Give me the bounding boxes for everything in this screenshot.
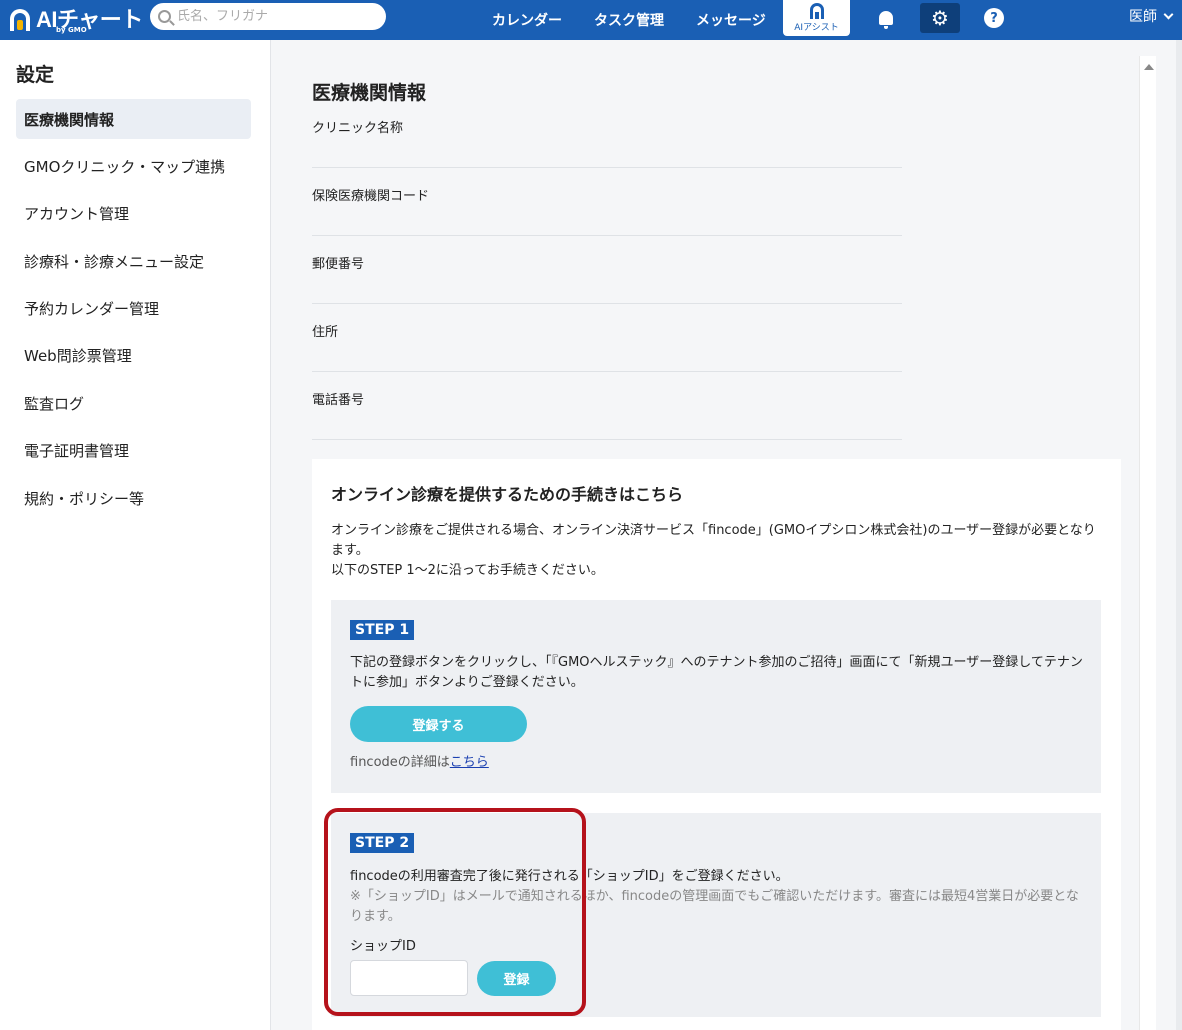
panel-description-line: 以下のSTEP 1〜2に沿ってお手続きください。 xyxy=(331,563,604,578)
logo-mark-icon xyxy=(8,8,32,32)
step2-text: fincodeの利用審査完了後に発行される「ショップID」をご登録ください。 xyxy=(350,869,789,884)
sidebar-item-booking-calendar[interactable]: 予約カレンダー管理 xyxy=(16,289,251,329)
ai-assist-icon xyxy=(809,3,824,19)
field-label: 郵便番号 xyxy=(312,257,365,272)
bell-icon xyxy=(879,11,893,29)
panel-description-line: オンライン診療をご提供される場合、オンライン決済サービス「fincode」(GM… xyxy=(331,523,1096,558)
fincode-register-button[interactable]: 登録する xyxy=(350,706,527,742)
field-label: 住所 xyxy=(312,325,339,340)
step2-note: ※「ショップID」はメールで通知されるほか、fincodeの管理画面でもご確認い… xyxy=(350,889,1079,924)
sidebar-item-web-questionnaire[interactable]: Web問診票管理 xyxy=(16,336,251,376)
main-scrollbar[interactable] xyxy=(1139,56,1156,1030)
right-edge-strip xyxy=(1157,40,1182,1030)
field-clinic-name: クリニック名称 xyxy=(312,100,902,168)
nav-messages[interactable]: メッセージ xyxy=(680,10,782,30)
top-bar: AIチャート by GMO カレンダー タスク管理 メッセージ AIアシスト ⚙… xyxy=(0,0,1182,40)
field-label: クリニック名称 xyxy=(312,121,404,136)
panel-description: オンライン診療をご提供される場合、オンライン決済サービス「fincode」(GM… xyxy=(331,521,1101,581)
sidebar-title: 設定 xyxy=(16,64,55,86)
help-button[interactable]: ? xyxy=(974,3,1014,33)
fincode-details-link[interactable]: こちら xyxy=(450,755,489,770)
sidebar-item-audit-log[interactable]: 監査ログ xyxy=(16,383,251,423)
nav-calendar[interactable]: カレンダー xyxy=(476,10,578,30)
online-consultation-panel: オンライン診療を提供するための手続きはこちら オンライン診療をご提供される場合、… xyxy=(312,459,1121,1030)
patient-search[interactable] xyxy=(150,3,386,30)
sidebar-item-department-menu-settings[interactable]: 診療科・診療メニュー設定 xyxy=(16,241,251,281)
panel-title: オンライン診療を提供するための手続きはこちら xyxy=(331,485,684,504)
fincode-details-line: fincodeの詳細はこちら xyxy=(350,751,489,770)
sidebar-item-certificate-management[interactable]: 電子証明書管理 xyxy=(16,431,251,471)
shop-id-input[interactable] xyxy=(350,960,468,996)
main-content: 医療機関情報 クリニック名称 保険医療機関コード 郵便番号 住所 電話番号 オン… xyxy=(272,40,1142,1030)
logo-text: AIチャート xyxy=(36,7,143,32)
sidebar-item-clinic-map-integration[interactable]: GMOクリニック・マップ連携 xyxy=(16,146,251,186)
step1-box: STEP 1 下記の登録ボタンをクリックし、「『GMOヘルステック』へのテナント… xyxy=(331,600,1101,793)
logo-subtext: by GMO xyxy=(56,26,87,34)
ai-assist-label: AIアシスト xyxy=(794,23,839,33)
help-icon: ? xyxy=(984,8,1004,28)
field-postal-code: 郵便番号 xyxy=(312,236,902,304)
sidebar-item-terms-policies[interactable]: 規約・ポリシー等 xyxy=(16,478,251,518)
shop-id-label: ショップID xyxy=(350,939,416,954)
field-phone: 電話番号 xyxy=(312,372,902,440)
scroll-up-arrow-icon[interactable] xyxy=(1144,64,1154,70)
gear-icon: ⚙ xyxy=(931,6,949,30)
shop-id-register-button[interactable]: 登録 xyxy=(477,961,556,996)
main-nav: カレンダー タスク管理 メッセージ xyxy=(476,0,782,40)
user-role-label: 医師 xyxy=(1129,9,1157,25)
outer-scrollbar[interactable] xyxy=(1176,40,1182,1030)
search-input[interactable] xyxy=(177,9,367,24)
step2-box: STEP 2 fincodeの利用審査完了後に発行される「ショップID」をご登録… xyxy=(331,813,1101,1017)
sidebar-item-account-management[interactable]: アカウント管理 xyxy=(16,194,251,234)
step1-badge: STEP 1 xyxy=(350,620,415,640)
search-icon xyxy=(158,10,171,23)
chevron-down-icon xyxy=(1163,9,1174,19)
field-insurance-code: 保険医療機関コード xyxy=(312,168,902,236)
field-label: 電話番号 xyxy=(312,393,365,408)
settings-sidebar: 設定 医療機関情報 GMOクリニック・マップ連携 アカウント管理 診療科・診療メ… xyxy=(0,40,271,1030)
step2-badge: STEP 2 xyxy=(350,833,415,853)
settings-button[interactable]: ⚙ xyxy=(920,3,960,33)
sidebar-item-medical-institution-info[interactable]: 医療機関情報 xyxy=(16,99,251,139)
nav-task-management[interactable]: タスク管理 xyxy=(578,10,680,30)
notifications-button[interactable] xyxy=(866,3,906,33)
field-label: 保険医療機関コード xyxy=(312,189,430,204)
step1-text: 下記の登録ボタンをクリックし、「『GMOヘルステック』へのテナント参加のご招待」… xyxy=(350,655,1083,690)
sidebar-menu: 医療機関情報 GMOクリニック・マップ連携 アカウント管理 診療科・診療メニュー… xyxy=(16,99,251,526)
user-menu[interactable]: 医師 xyxy=(1129,0,1174,32)
fincode-details-prefix: fincodeの詳細は xyxy=(350,755,450,770)
field-address: 住所 xyxy=(312,304,902,372)
ai-assist-button[interactable]: AIアシスト xyxy=(783,0,850,36)
